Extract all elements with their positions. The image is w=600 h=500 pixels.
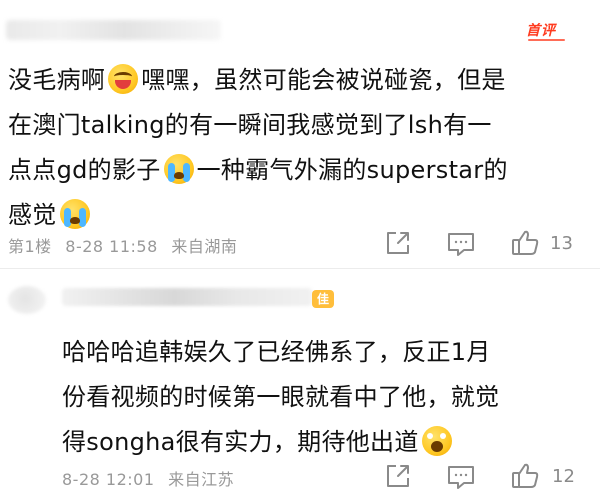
comment-icon[interactable] <box>446 230 476 262</box>
comment-divider <box>0 268 600 269</box>
share-icon[interactable] <box>384 462 412 494</box>
comment-location: 来自江苏 <box>168 470 235 489</box>
comment-2-line-3: 得songha很有实力，期待他出道 <box>62 420 582 465</box>
thumbs-up-icon[interactable] <box>510 228 540 262</box>
comment-icon[interactable] <box>446 463 476 495</box>
crying-emoji <box>59 199 90 229</box>
comment-1-meta: 第1楼 8-28 11:58 来自湖南 <box>8 233 237 257</box>
user-badge: 佳 <box>312 290 334 308</box>
thumbs-up-icon[interactable] <box>510 461 540 495</box>
like-count: 13 <box>550 233 573 254</box>
comment-2-line-2: 份看视频的时候第一眼就看中了他，就觉 <box>62 383 500 411</box>
screaming-emoji <box>421 426 452 456</box>
comment-date: 8-28 11:58 <box>65 237 158 256</box>
crying-emoji <box>163 154 194 184</box>
comment-2-meta: 8-28 12:01 来自江苏 <box>62 466 234 490</box>
comment-1-text: 没毛病啊 嘿嘿，虽然可能会被说碰瓷，但是 在澳门talking的有一瞬间我感觉到了… <box>8 58 593 238</box>
comment-1-line-4: 感觉 <box>8 193 593 238</box>
avatar[interactable] <box>8 286 46 314</box>
laugh-emoji <box>108 64 139 94</box>
comment-location: 来自湖南 <box>171 237 238 256</box>
floor-number: 第1楼 <box>8 237 52 256</box>
blurred-username <box>6 20 221 40</box>
comment-date: 8-28 12:01 <box>62 470 155 489</box>
comment-1-line-3: 点点gd的影子 一种霸气外漏的superstar的 <box>8 154 508 184</box>
blurred-username <box>62 288 312 306</box>
comment-1-line-1: 没毛病啊 嘿嘿，虽然可能会被说碰瓷，但是 <box>8 64 506 94</box>
first-comment-tag: 首评 <box>526 21 565 41</box>
like-count: 12 <box>552 466 575 487</box>
comment-2-line-1: 哈哈哈追韩娱久了已经佛系了，反正1月 <box>62 338 491 366</box>
share-icon[interactable] <box>384 229 412 261</box>
comment-1-line-2: 在澳门talking的有一瞬间我感觉到了lsh有一 <box>8 111 492 139</box>
comment-2-text: 哈哈哈追韩娱久了已经佛系了，反正1月 份看视频的时候第一眼就看中了他，就觉 得s… <box>62 330 582 465</box>
